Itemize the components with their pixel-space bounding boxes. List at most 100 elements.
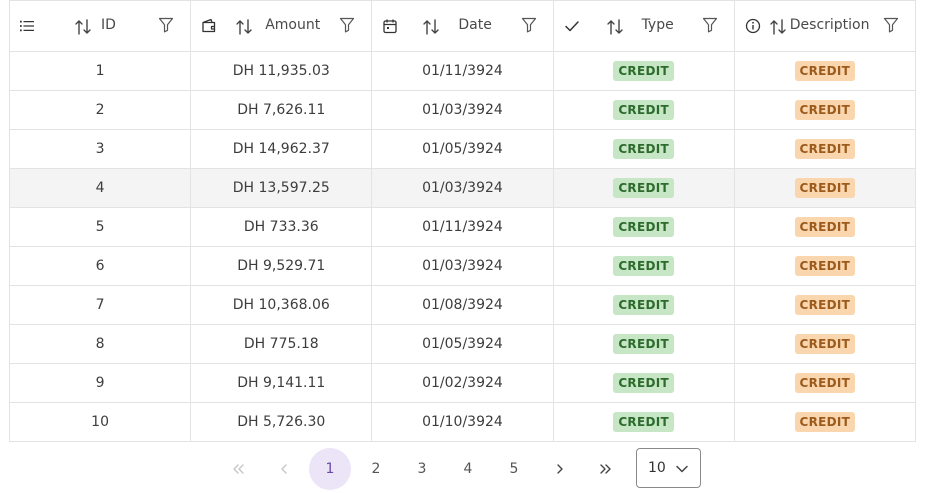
filter-icon[interactable] <box>339 17 355 33</box>
cell-date: 01/05/3924 <box>371 324 554 364</box>
type-badge: CREDIT <box>613 61 674 81</box>
cell-date-value: 01/08/3924 <box>422 297 503 313</box>
cell-amount: DH 11,935.03 <box>190 51 373 91</box>
sort-icon[interactable] <box>606 18 624 36</box>
description-badge: CREDIT <box>794 178 856 198</box>
rows-per-page-value: 10 <box>648 460 666 476</box>
cell-id: 7 <box>8 285 192 325</box>
cell-amount-value: DH 5,726.30 <box>237 414 326 430</box>
sort-icon[interactable] <box>422 18 440 36</box>
cell-id-value: 5 <box>95 219 105 235</box>
cell-amount-value: DH 9,141.11 <box>237 375 326 391</box>
cell-amount: DH 14,962.37 <box>190 129 373 169</box>
cell-amount: DH 9,529.71 <box>190 246 373 286</box>
cell-date-value: 01/10/3924 <box>422 414 503 430</box>
cell-amount-value: DH 14,962.37 <box>232 141 330 157</box>
cell-amount-value: DH 10,368.06 <box>232 297 330 313</box>
column-label-date: Date <box>458 17 492 33</box>
type-badge: CREDIT <box>613 217 674 237</box>
cell-date: 01/08/3924 <box>371 285 554 325</box>
page-button-3[interactable]: 3 <box>401 448 443 490</box>
table-row[interactable]: 7 DH 10,368.06 01/08/3924 CREDIT CREDIT <box>8 285 916 325</box>
cell-type: CREDIT <box>552 324 735 364</box>
double-chevron-left-icon <box>233 464 244 474</box>
table-row[interactable]: 3 DH 14,962.37 01/05/3924 CREDIT CREDIT <box>8 129 916 169</box>
cell-id: 4 <box>8 168 192 208</box>
type-badge: CREDIT <box>613 256 674 276</box>
cell-description: CREDIT <box>733 285 916 325</box>
last-page-button[interactable] <box>585 448 627 490</box>
description-badge: CREDIT <box>794 334 856 354</box>
description-badge: CREDIT <box>794 295 856 315</box>
filter-icon[interactable] <box>883 17 899 33</box>
cell-id: 10 <box>8 402 192 442</box>
cell-date-value: 01/03/3924 <box>422 258 503 274</box>
cell-date: 01/11/3924 <box>371 207 554 247</box>
cell-description: CREDIT <box>733 207 916 247</box>
filter-icon[interactable] <box>521 17 537 33</box>
cell-amount: DH 733.36 <box>190 207 373 247</box>
column-header-date: Date <box>371 0 554 52</box>
page-button-5[interactable]: 5 <box>493 448 535 490</box>
cell-amount-value: DH 13,597.25 <box>232 180 330 196</box>
table-row[interactable]: 6 DH 9,529.71 01/03/3924 CREDIT CREDIT <box>8 246 916 286</box>
cell-id-value: 4 <box>95 180 105 196</box>
cell-id-value: 10 <box>91 414 109 430</box>
cell-id-value: 8 <box>95 336 105 352</box>
column-label-id: ID <box>101 17 116 33</box>
cell-amount-value: DH 7,626.11 <box>237 102 326 118</box>
description-badge: CREDIT <box>794 139 856 159</box>
cell-description: CREDIT <box>733 51 916 91</box>
cell-description: CREDIT <box>733 129 916 169</box>
chevron-down-icon <box>676 465 688 473</box>
cell-amount: DH 13,597.25 <box>190 168 373 208</box>
table-row[interactable]: 2 DH 7,626.11 01/03/3924 CREDIT CREDIT <box>8 90 916 130</box>
page-button-4[interactable]: 4 <box>447 448 489 490</box>
cell-amount: DH 9,141.11 <box>190 363 373 403</box>
description-badge: CREDIT <box>794 412 856 432</box>
sort-icon[interactable] <box>74 18 92 36</box>
prev-page-button[interactable] <box>263 448 305 490</box>
description-badge: CREDIT <box>794 217 856 237</box>
cell-id-value: 3 <box>95 141 105 157</box>
cell-amount: DH 10,368.06 <box>190 285 373 325</box>
cell-date: 01/11/3924 <box>371 51 554 91</box>
cell-amount-value: DH 733.36 <box>243 219 319 235</box>
page-button-2[interactable]: 2 <box>355 448 397 490</box>
cell-date: 01/03/3924 <box>371 90 554 130</box>
cell-date-value: 01/11/3924 <box>422 219 503 235</box>
type-badge: CREDIT <box>613 178 674 198</box>
column-header-amount: Amount <box>190 0 373 52</box>
first-page-button[interactable] <box>217 448 259 490</box>
table-row[interactable]: 5 DH 733.36 01/11/3924 CREDIT CREDIT <box>8 207 916 247</box>
page-button-1[interactable]: 1 <box>309 448 351 490</box>
list-icon <box>20 20 34 32</box>
double-chevron-right-icon <box>600 464 611 474</box>
next-page-button[interactable] <box>539 448 581 490</box>
cell-date: 01/10/3924 <box>371 402 554 442</box>
cell-date-value: 01/03/3924 <box>422 180 503 196</box>
table-row[interactable]: 1 DH 11,935.03 01/11/3924 CREDIT CREDIT <box>8 51 916 91</box>
cell-id: 3 <box>8 129 192 169</box>
cell-amount: DH 5,726.30 <box>190 402 373 442</box>
cell-date: 01/05/3924 <box>371 129 554 169</box>
column-label-description: Description <box>789 17 870 33</box>
table-row[interactable]: 8 DH 775.18 01/05/3924 CREDIT CREDIT <box>8 324 916 364</box>
cell-description: CREDIT <box>733 402 916 442</box>
table-row[interactable]: 10 DH 5,726.30 01/10/3924 CREDIT CREDIT <box>8 402 916 442</box>
cell-id: 9 <box>8 363 192 403</box>
cell-type: CREDIT <box>552 51 735 91</box>
type-badge: CREDIT <box>613 100 674 120</box>
cell-amount-value: DH 11,935.03 <box>232 63 330 79</box>
cell-date: 01/03/3924 <box>371 168 554 208</box>
table-row[interactable]: 9 DH 9,141.11 01/02/3924 CREDIT CREDIT <box>8 363 916 403</box>
table-row[interactable]: 4 DH 13,597.25 01/03/3924 CREDIT CREDIT <box>8 168 916 208</box>
filter-icon[interactable] <box>158 17 174 33</box>
cell-type: CREDIT <box>552 285 735 325</box>
sort-icon[interactable] <box>769 18 787 36</box>
cell-date-value: 01/11/3924 <box>422 63 503 79</box>
rows-per-page-select[interactable]: 10 <box>636 448 701 488</box>
filter-icon[interactable] <box>702 17 718 33</box>
sort-icon[interactable] <box>235 18 253 36</box>
cell-date: 01/03/3924 <box>371 246 554 286</box>
